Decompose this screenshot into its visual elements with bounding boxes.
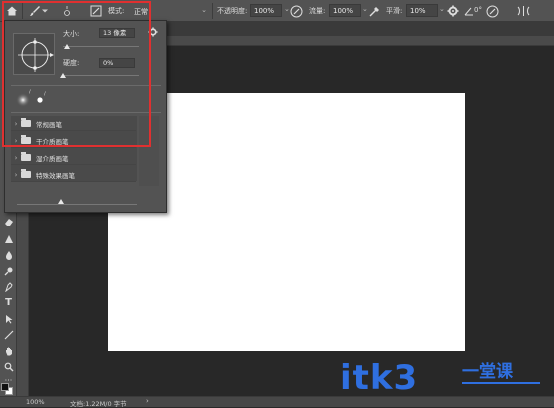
opacity-label: 不透明度:	[217, 7, 248, 15]
chevron-right-icon[interactable]: ›	[11, 154, 21, 162]
folder-label: 湿介质画笔	[36, 154, 69, 163]
folder-label: 常规画笔	[36, 120, 62, 129]
smoothing-dropdown-icon[interactable]: ⌄	[439, 5, 445, 13]
flow-value: 100%	[333, 7, 354, 15]
separator	[212, 3, 213, 19]
brush-tool-icon[interactable]	[28, 4, 42, 18]
pen-tool-icon[interactable]	[2, 280, 15, 293]
color-swatches[interactable]	[1, 383, 13, 395]
hardness-label: 硬度:	[63, 59, 80, 67]
pressure-size-icon[interactable]	[485, 4, 499, 18]
brush-folder-wet-media[interactable]: › 湿介质画笔	[11, 151, 136, 165]
size-value: 13 像素	[103, 29, 127, 37]
hand-tool-icon[interactable]	[2, 344, 15, 357]
hardness-value: 0%	[103, 59, 114, 67]
folder-icon	[21, 152, 31, 161]
document-tab-strip	[166, 22, 554, 36]
brush-list-scrollbar[interactable]	[139, 116, 159, 186]
divider	[11, 112, 161, 113]
brush-preset-picker: 大小: 13 像素 硬度: 0% ∕ ∕ › 常规画笔 › 干介质画笔 › 湿介…	[4, 20, 167, 213]
watermark-logo: itk3	[340, 358, 419, 398]
size-slider-thumb[interactable]	[63, 44, 70, 49]
folder-icon	[21, 135, 31, 144]
pressure-opacity-icon[interactable]	[289, 4, 303, 18]
chevron-right-icon[interactable]: ›	[11, 120, 21, 128]
foreground-color-swatch[interactable]	[1, 383, 9, 391]
line-tool-icon[interactable]	[2, 328, 15, 341]
opacity-value: 100%	[254, 7, 275, 15]
size-slider-track[interactable]	[63, 46, 139, 47]
gradient-tool-icon[interactable]	[2, 232, 15, 245]
mode-select[interactable]: 正常 ⌄	[130, 4, 210, 17]
recent-brush-soft-round[interactable]: ∕	[15, 89, 31, 109]
blur-tool-icon[interactable]	[2, 248, 15, 261]
options-bar: 模式: 正常 ⌄ 不透明度: 100% ⌄ 流量: 100% ⌄ 平滑: 10%…	[0, 0, 554, 22]
divider	[11, 85, 161, 86]
hardness-slider-thumb[interactable]	[60, 73, 66, 78]
watermark-cn-text: 一堂课	[462, 362, 513, 382]
zoom-tool-icon[interactable]	[2, 360, 15, 373]
mode-value: 正常	[134, 8, 148, 16]
symmetry-icon[interactable]	[516, 4, 530, 18]
home-icon[interactable]	[5, 4, 19, 18]
brush-size-indicator[interactable]	[60, 4, 74, 18]
status-bar: 100% 文档:1.22M/0 字节 ›	[0, 396, 554, 408]
folder-icon	[21, 169, 31, 178]
mode-label: 模式:	[108, 7, 125, 15]
vertical-ruler	[17, 210, 29, 396]
brush-folder-dry-media[interactable]: › 干介质画笔	[11, 134, 136, 148]
pressure-badge-icon: ∕	[44, 91, 46, 97]
size-label: 大小:	[63, 30, 80, 38]
preview-size-slider-thumb[interactable]	[58, 199, 65, 204]
path-selection-tool-icon[interactable]	[2, 312, 15, 325]
brush-angle-roundness-widget[interactable]	[13, 33, 55, 75]
gear-icon[interactable]	[446, 4, 460, 18]
watermark-underline	[462, 382, 540, 384]
chevron-right-icon[interactable]: ›	[11, 137, 21, 145]
pressure-badge-icon: ∕	[29, 89, 31, 95]
folder-label: 特殊效果画笔	[36, 171, 75, 180]
separator	[22, 3, 23, 19]
chevron-right-icon[interactable]: ›	[11, 171, 21, 179]
zoom-level[interactable]: 100%	[26, 398, 45, 406]
type-tool-icon[interactable]: T	[2, 296, 15, 309]
opacity-input[interactable]: 100%	[250, 4, 282, 17]
status-arrow-icon[interactable]: ›	[146, 397, 149, 405]
horizontal-ruler	[166, 36, 554, 46]
brush-folder-special-effects[interactable]: › 特殊效果画笔	[11, 168, 136, 182]
angle-value: 0°	[474, 6, 482, 14]
brush-preset-dropdown[interactable]	[41, 4, 49, 18]
smoothing-label: 平滑:	[386, 7, 403, 15]
preview-size-slider-track[interactable]	[17, 204, 137, 205]
recent-brush-hard-round[interactable]: ∕	[35, 91, 46, 107]
hardness-slider-track[interactable]	[63, 75, 139, 76]
smoothing-input[interactable]: 10%	[406, 4, 438, 17]
folder-label: 干介质画笔	[36, 137, 69, 146]
smoothing-value: 10%	[410, 7, 426, 15]
hardness-input[interactable]: 0%	[99, 58, 135, 68]
chevron-down-icon: ⌄	[201, 6, 207, 14]
dodge-tool-icon[interactable]	[2, 264, 15, 277]
brush-folder-general[interactable]: › 常规画笔	[11, 117, 136, 131]
gear-icon[interactable]	[148, 27, 158, 39]
flow-input[interactable]: 100%	[329, 4, 361, 17]
eraser-tool-icon[interactable]	[2, 215, 15, 228]
brush-settings-panel-icon[interactable]	[89, 4, 103, 18]
airbrush-icon[interactable]	[367, 4, 381, 18]
flow-label: 流量:	[309, 7, 326, 15]
size-input[interactable]: 13 像素	[99, 28, 135, 38]
folder-icon	[21, 118, 31, 127]
